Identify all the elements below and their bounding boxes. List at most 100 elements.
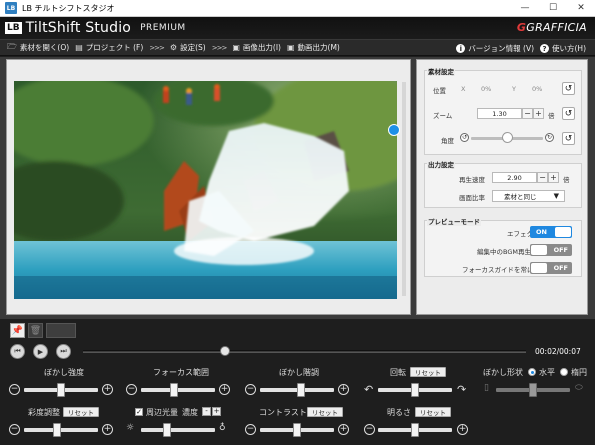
blur-shape-label: ぼかし形状 [483,368,523,377]
brightness-reset-button[interactable]: リセット [415,407,451,417]
zoom-increment-button[interactable]: + [533,108,544,119]
menu-project[interactable]: ▤ プロジェクト (F) [72,42,146,53]
rotation-reset-button[interactable]: リセット [410,367,446,377]
preview-scrollbar[interactable] [402,82,406,296]
angle-reset-button[interactable]: ↺ [562,132,575,145]
vignette-checkbox[interactable]: ✓ [135,408,143,416]
info-icon: i [456,44,466,53]
image-export-icon: ▣ [232,43,240,52]
blur-tone-increment[interactable]: + [338,384,349,395]
vignette-track[interactable] [141,428,215,432]
timecode: 00:02/00:07 [535,347,581,356]
blur-tone-knob[interactable] [296,383,305,397]
angle-ccw-icon[interactable]: ↺ [460,133,469,142]
minimize-button[interactable]: — [511,0,539,16]
vignette-plus-button[interactable]: + [212,407,221,416]
app-icon: LB [5,2,17,14]
angle-cw-icon[interactable]: ↻ [545,133,554,142]
zoom-reset-button[interactable]: ↺ [562,107,575,120]
skip-back-button[interactable]: ⏮ [10,344,25,359]
contrast-increment[interactable]: + [338,424,349,435]
vignette-minus-button[interactable]: - [202,407,211,416]
skip-forward-icon: ⏭ [60,347,67,355]
menu-help[interactable]: ? 使い方(H) [537,43,589,54]
shape-narrow-icon: ▯ [484,383,489,393]
rotation-label: 回転 [390,368,406,377]
reset-icon: ↺ [564,133,573,144]
project-icon: ▤ [75,43,83,52]
menu-label: 素材を開く(O) [19,43,70,52]
blur-shape-horizontal-radio[interactable] [528,368,536,376]
zoom-label: ズーム [433,112,453,120]
contrast-reset-button[interactable]: リセット [307,407,343,417]
position-reset-button[interactable]: ↺ [562,82,575,95]
menu-settings[interactable]: ⚙ 設定(S) [167,42,209,53]
bgm-toggle[interactable]: OFF [530,244,572,256]
focus-range-knob[interactable] [170,383,179,397]
playback-speed-input[interactable]: 2.90 [492,172,537,183]
menu-image-export[interactable]: ▣ 画像出力(I) [229,42,284,53]
zoom-decrement-button[interactable]: − [522,108,533,119]
contrast-decrement[interactable]: − [245,424,256,435]
close-button[interactable]: ✕ [567,0,595,16]
gear-icon: ⚙ [169,43,178,52]
angle-label: 角度 [441,137,454,145]
blur-tone-decrement[interactable]: − [245,384,256,395]
pin-button[interactable]: 📌 [10,323,25,338]
menu-open-material[interactable]: 🗁 素材を開く(O) [4,41,72,55]
skip-back-icon: ⏮ [14,347,21,355]
app-header: LB TiltShift Studio PREMIUM GGRAFFICIA [0,17,595,39]
menubar: 🗁 素材を開く(O) ▤ プロジェクト (F) >>> ⚙ 設定(S) >>> … [0,39,595,56]
rotation-knob[interactable] [411,383,419,397]
blur-shape-oval-radio[interactable] [560,368,568,376]
focus-range-decrement[interactable]: − [126,384,137,395]
toggle-knob [531,263,547,273]
saturation-decrement[interactable]: − [9,424,20,435]
app-edition: PREMIUM [140,23,186,33]
menu-video-export[interactable]: ▣ 動画出力(M) [284,42,343,53]
aspect-ratio-label: 画面比率 [459,194,485,202]
saturation-knob[interactable] [53,423,62,437]
brightness-increment[interactable]: + [457,424,468,435]
blur-strength-increment[interactable]: + [102,384,113,395]
saturation-reset-button[interactable]: リセット [63,407,99,417]
app-title: TiltShift Studio [25,20,132,36]
zoom-input[interactable]: 1.30 [477,108,522,119]
rotate-cw-icon[interactable]: ↷ [457,384,466,395]
focus-position-handle[interactable] [388,124,400,136]
rotate-ccw-icon[interactable]: ↶ [364,384,373,395]
blur-shape-knob[interactable] [529,383,537,397]
reset-icon: ↺ [564,83,573,94]
contrast-knob[interactable] [293,423,301,437]
menu-label: 画像出力(I) [242,43,281,52]
effect-toggle[interactable]: ON [530,226,572,238]
focus-range-increment[interactable]: + [219,384,230,395]
contrast-label: コントラスト [259,408,307,417]
vignette-knob[interactable] [162,423,171,437]
preview-image[interactable] [14,81,397,299]
bgm-label: 編集中のBGM再生 [477,248,531,256]
tool-row [0,319,595,341]
menu-label: 使い方(H) [552,44,586,53]
blur-shape-oval-label: 楕円 [571,368,587,377]
skip-forward-button[interactable]: ⏭ [56,344,71,359]
play-button[interactable]: ▶ [33,344,48,359]
delete-button[interactable]: 🗑 [28,323,43,338]
saturation-increment[interactable]: + [102,424,113,435]
speed-decrement-button[interactable]: − [537,172,548,183]
timeline-playhead[interactable] [219,346,230,356]
speed-increment-button[interactable]: + [548,172,559,183]
blur-strength-knob[interactable] [57,383,65,397]
checkmark-icon: ✓ [136,407,142,416]
brightness-decrement[interactable]: − [364,424,375,435]
menu-version-info[interactable]: i バージョン情報 (V) [453,43,537,54]
focus-guide-toggle[interactable]: OFF [530,262,572,274]
timeline-track[interactable] [83,350,526,353]
brightness-knob[interactable] [411,423,419,437]
aspect-ratio-select[interactable]: 素材と同じ ▼ [492,190,565,202]
blur-strength-decrement[interactable]: − [9,384,20,395]
angle-slider-knob[interactable] [501,132,513,143]
vendor-name: GRAFFICIA [526,21,587,34]
pin-icon: 📌 [11,325,24,336]
maximize-button[interactable]: ☐ [539,0,567,16]
